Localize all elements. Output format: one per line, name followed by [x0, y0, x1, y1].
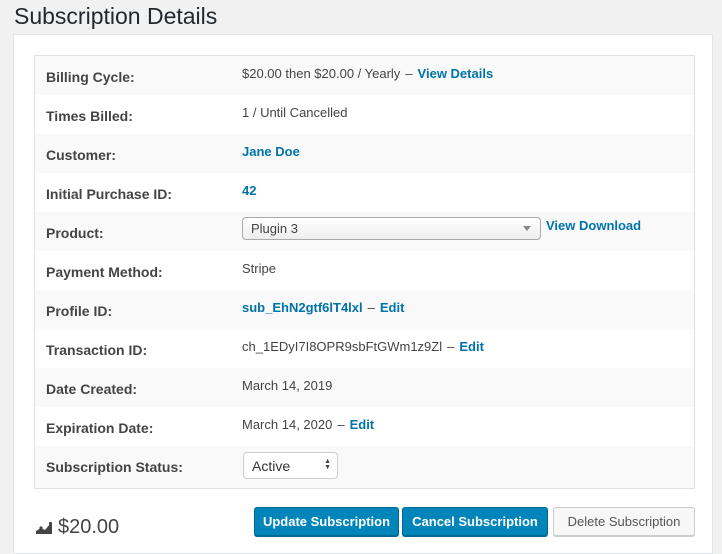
times-billed-label: Times Billed:	[46, 108, 133, 124]
delete-subscription-button[interactable]: Delete Subscription	[553, 507, 695, 536]
row-date-created: Date Created: March 14, 2019	[35, 368, 694, 407]
separator: –	[367, 300, 375, 315]
row-profile-id: Profile ID: sub_EhN2gtf6lT4lxl – Edit	[35, 290, 694, 329]
row-customer: Customer: Jane Doe	[35, 134, 694, 173]
customer-link[interactable]: Jane Doe	[242, 144, 300, 159]
separator: –	[447, 339, 455, 354]
subscription-details-box: Billing Cycle: $20.00 then $20.00 / Year…	[13, 34, 713, 554]
row-transaction-id: Transaction ID: ch_1EDyI7I8OPR9sbFtGWm1z…	[35, 329, 694, 368]
cancel-subscription-button[interactable]: Cancel Subscription	[402, 507, 548, 536]
billing-cycle-value: $20.00 then $20.00 / Yearly	[242, 66, 401, 81]
update-subscription-button[interactable]: Update Subscription	[254, 507, 399, 536]
profile-id-label: Profile ID:	[46, 303, 113, 319]
select-updown-icon: ▲ ▼	[324, 458, 331, 471]
initial-purchase-label: Initial Purchase ID:	[46, 186, 173, 202]
row-billing-cycle: Billing Cycle: $20.00 then $20.00 / Year…	[35, 56, 694, 95]
profile-id-link[interactable]: sub_EhN2gtf6lT4lxl	[242, 300, 363, 315]
row-payment-method: Payment Method: Stripe	[35, 251, 694, 290]
transaction-id-edit-link[interactable]: Edit	[459, 339, 484, 354]
billing-cycle-label: Billing Cycle:	[46, 69, 135, 85]
subscription-price: $20.00	[35, 516, 119, 539]
subscription-status-select[interactable]: Active ▲ ▼	[243, 452, 338, 479]
payment-method-label: Payment Method:	[46, 264, 163, 280]
customer-value-group: Jane Doe	[242, 144, 300, 159]
date-created-label: Date Created:	[46, 381, 138, 397]
initial-purchase-link[interactable]: 42	[242, 183, 256, 198]
row-subscription-status: Subscription Status: Active ▲ ▼	[35, 446, 694, 488]
separator: –	[405, 66, 413, 81]
view-download-link[interactable]: View Download	[546, 218, 641, 233]
times-billed-value: 1 / Until Cancelled	[242, 105, 348, 120]
product-selected-value: Plugin 3	[251, 221, 298, 236]
product-label: Product:	[46, 225, 104, 241]
page-title: Subscription Details	[14, 3, 218, 29]
transaction-id-value-group: ch_1EDyI7I8OPR9sbFtGWm1z9Zl – Edit	[242, 339, 484, 354]
profile-id-value-group: sub_EhN2gtf6lT4lxl – Edit	[242, 300, 404, 315]
subscription-status-label: Subscription Status:	[46, 459, 183, 475]
status-selected-value: Active	[252, 458, 291, 474]
view-details-link[interactable]: View Details	[418, 66, 494, 81]
expiration-date-edit-link[interactable]: Edit	[350, 417, 375, 432]
row-expiration-date: Expiration Date: March 14, 2020– Edit	[35, 407, 694, 446]
billing-cycle-value-group: $20.00 then $20.00 / Yearly – View Details	[242, 66, 493, 81]
details-table: Billing Cycle: $20.00 then $20.00 / Year…	[34, 55, 695, 489]
row-times-billed: Times Billed: 1 / Until Cancelled	[35, 95, 694, 134]
profile-id-edit-link[interactable]: Edit	[380, 300, 405, 315]
transaction-id-value: ch_1EDyI7I8OPR9sbFtGWm1z9Zl	[242, 339, 443, 354]
expiration-date-value: March 14, 2020	[242, 417, 333, 432]
customer-label: Customer:	[46, 147, 117, 163]
initial-purchase-value-group: 42	[242, 183, 256, 198]
dropdown-arrow-icon	[523, 226, 531, 231]
row-initial-purchase: Initial Purchase ID: 42	[35, 173, 694, 212]
expiration-date-value-group: March 14, 2020– Edit	[242, 417, 374, 432]
row-product: Product: Plugin 3 View Download	[35, 212, 694, 251]
separator: –	[337, 417, 345, 432]
expiration-date-label: Expiration Date:	[46, 420, 154, 436]
product-select[interactable]: Plugin 3	[242, 217, 541, 240]
price-value: $20.00	[58, 516, 120, 538]
transaction-id-label: Transaction ID:	[46, 342, 148, 358]
chart-area-icon	[36, 521, 53, 534]
payment-method-value: Stripe	[242, 261, 276, 276]
date-created-value: March 14, 2019	[242, 378, 333, 393]
